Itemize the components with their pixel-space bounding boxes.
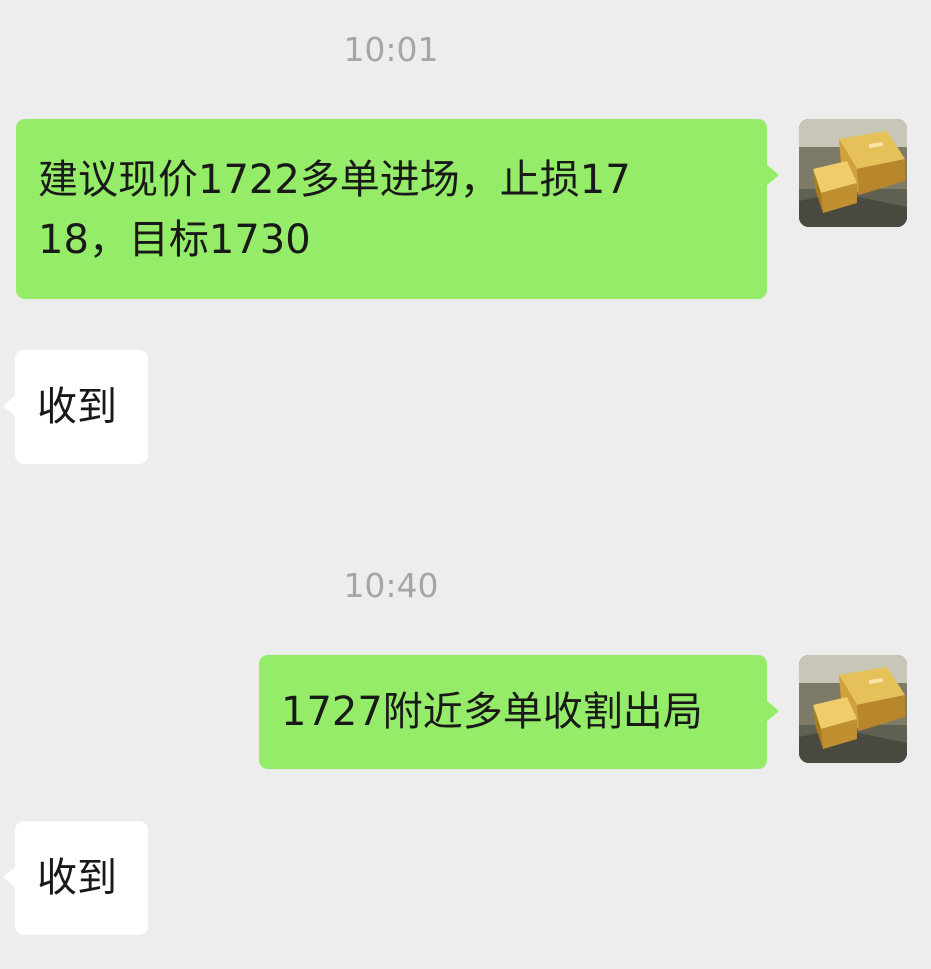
message-text: 1727附近多单收割出局 (281, 689, 703, 735)
message-text: 收到 (37, 855, 117, 901)
user-avatar[interactable] (799, 119, 907, 227)
message-text: 收到 (37, 384, 117, 430)
bubble-tail (766, 164, 779, 186)
timestamp: 10:01 (343, 30, 439, 69)
user-avatar[interactable] (799, 655, 907, 763)
received-message-bubble[interactable]: 收到 (3, 821, 148, 935)
sent-message-bubble[interactable]: 1727附近多单收割出局 (259, 655, 779, 769)
sent-message-bubble[interactable]: 建议现价1722多单进场，止损1718，目标1730 (16, 119, 779, 299)
received-message-bubble[interactable]: 收到 (3, 350, 148, 464)
bubble-tail (3, 866, 16, 888)
timestamp: 10:40 (343, 566, 439, 605)
bubble-tail (766, 700, 779, 722)
gold-bar-avatar-icon (799, 119, 907, 227)
gold-bar-avatar-icon (799, 655, 907, 763)
message-text: 建议现价1722多单进场，止损1718，目标1730 (38, 157, 631, 263)
bubble-tail (3, 395, 16, 417)
